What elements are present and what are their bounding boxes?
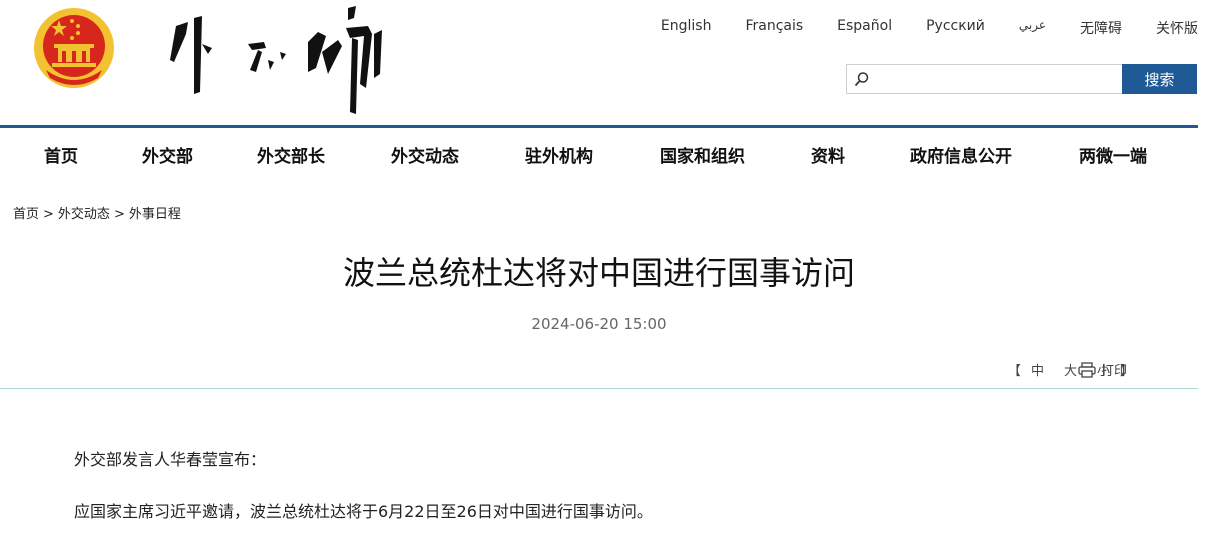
lang-link-spanish[interactable]: Español xyxy=(837,18,892,38)
nav-item-home[interactable]: 首页 xyxy=(44,142,78,167)
breadcrumb-diplomatic-news[interactable]: 外交动态 xyxy=(58,207,110,222)
breadcrumb-foreign-affairs-schedule[interactable]: 外事日程 xyxy=(129,207,181,222)
breadcrumb-home[interactable]: 首页 xyxy=(13,207,39,222)
article-title: 波兰总统杜达将对中国进行国事访问 xyxy=(342,254,855,292)
search-button[interactable]: 搜索 xyxy=(1122,64,1197,94)
accessibility-link[interactable]: 无障碍 xyxy=(1080,18,1122,38)
article-paragraph: 外交部发言人华春莹宣布： xyxy=(74,450,267,469)
font-size-large-button[interactable]: 大 xyxy=(1064,360,1077,379)
nav-item-weibo-wechat-app[interactable]: 两微一端 xyxy=(1079,142,1147,167)
breadcrumb: 首页 > 外交动态 > 外事日程 xyxy=(13,203,181,222)
nav-item-government-info[interactable]: 政府信息公开 xyxy=(910,142,1012,167)
language-links: English Français Español Русский عربي 无障… xyxy=(627,18,1198,38)
ministry-calligraphy-logo[interactable] xyxy=(160,4,392,114)
search-icon xyxy=(854,72,869,87)
printer-icon xyxy=(1078,361,1096,378)
print-label: 打印 xyxy=(1101,364,1128,379)
content-divider xyxy=(0,388,1198,389)
nav-item-missions-abroad[interactable]: 驻外机构 xyxy=(525,142,593,167)
elder-care-link[interactable]: 关怀版 xyxy=(1156,18,1198,38)
nav-item-countries-organizations[interactable]: 国家和组织 xyxy=(660,142,745,167)
search-input[interactable] xyxy=(847,65,1122,93)
breadcrumb-separator: > xyxy=(113,207,125,222)
print-button[interactable]: 打印 xyxy=(1078,360,1127,379)
nav-item-ministry[interactable]: 外交部 xyxy=(142,142,193,167)
article-paragraph: 应国家主席习近平邀请，波兰总统杜达将于6月22日至26日对中国进行国事访问。 xyxy=(74,502,653,521)
nav-item-resources[interactable]: 资料 xyxy=(811,142,845,167)
article-date: 2024-06-20 15:00 xyxy=(531,315,667,333)
lang-link-english[interactable]: English xyxy=(661,18,712,38)
search-box xyxy=(846,64,1122,94)
lang-link-arabic[interactable]: عربي xyxy=(1019,18,1046,38)
main-nav: 首页 外交部 外交部长 外交动态 驻外机构 国家和组织 资料 政府信息公开 两微… xyxy=(0,128,1198,178)
nav-item-diplomatic-news[interactable]: 外交动态 xyxy=(391,142,459,167)
font-size-medium-button[interactable]: 中 xyxy=(1031,360,1044,379)
national-emblem-logo[interactable] xyxy=(32,6,116,90)
lang-link-russian[interactable]: Русский xyxy=(926,18,985,38)
breadcrumb-separator: > xyxy=(43,207,54,222)
nav-item-minister[interactable]: 外交部长 xyxy=(257,142,325,167)
bracket-open: 【 xyxy=(1007,364,1021,379)
lang-link-french[interactable]: Français xyxy=(745,18,803,38)
search-bar: 搜索 xyxy=(846,64,1197,94)
